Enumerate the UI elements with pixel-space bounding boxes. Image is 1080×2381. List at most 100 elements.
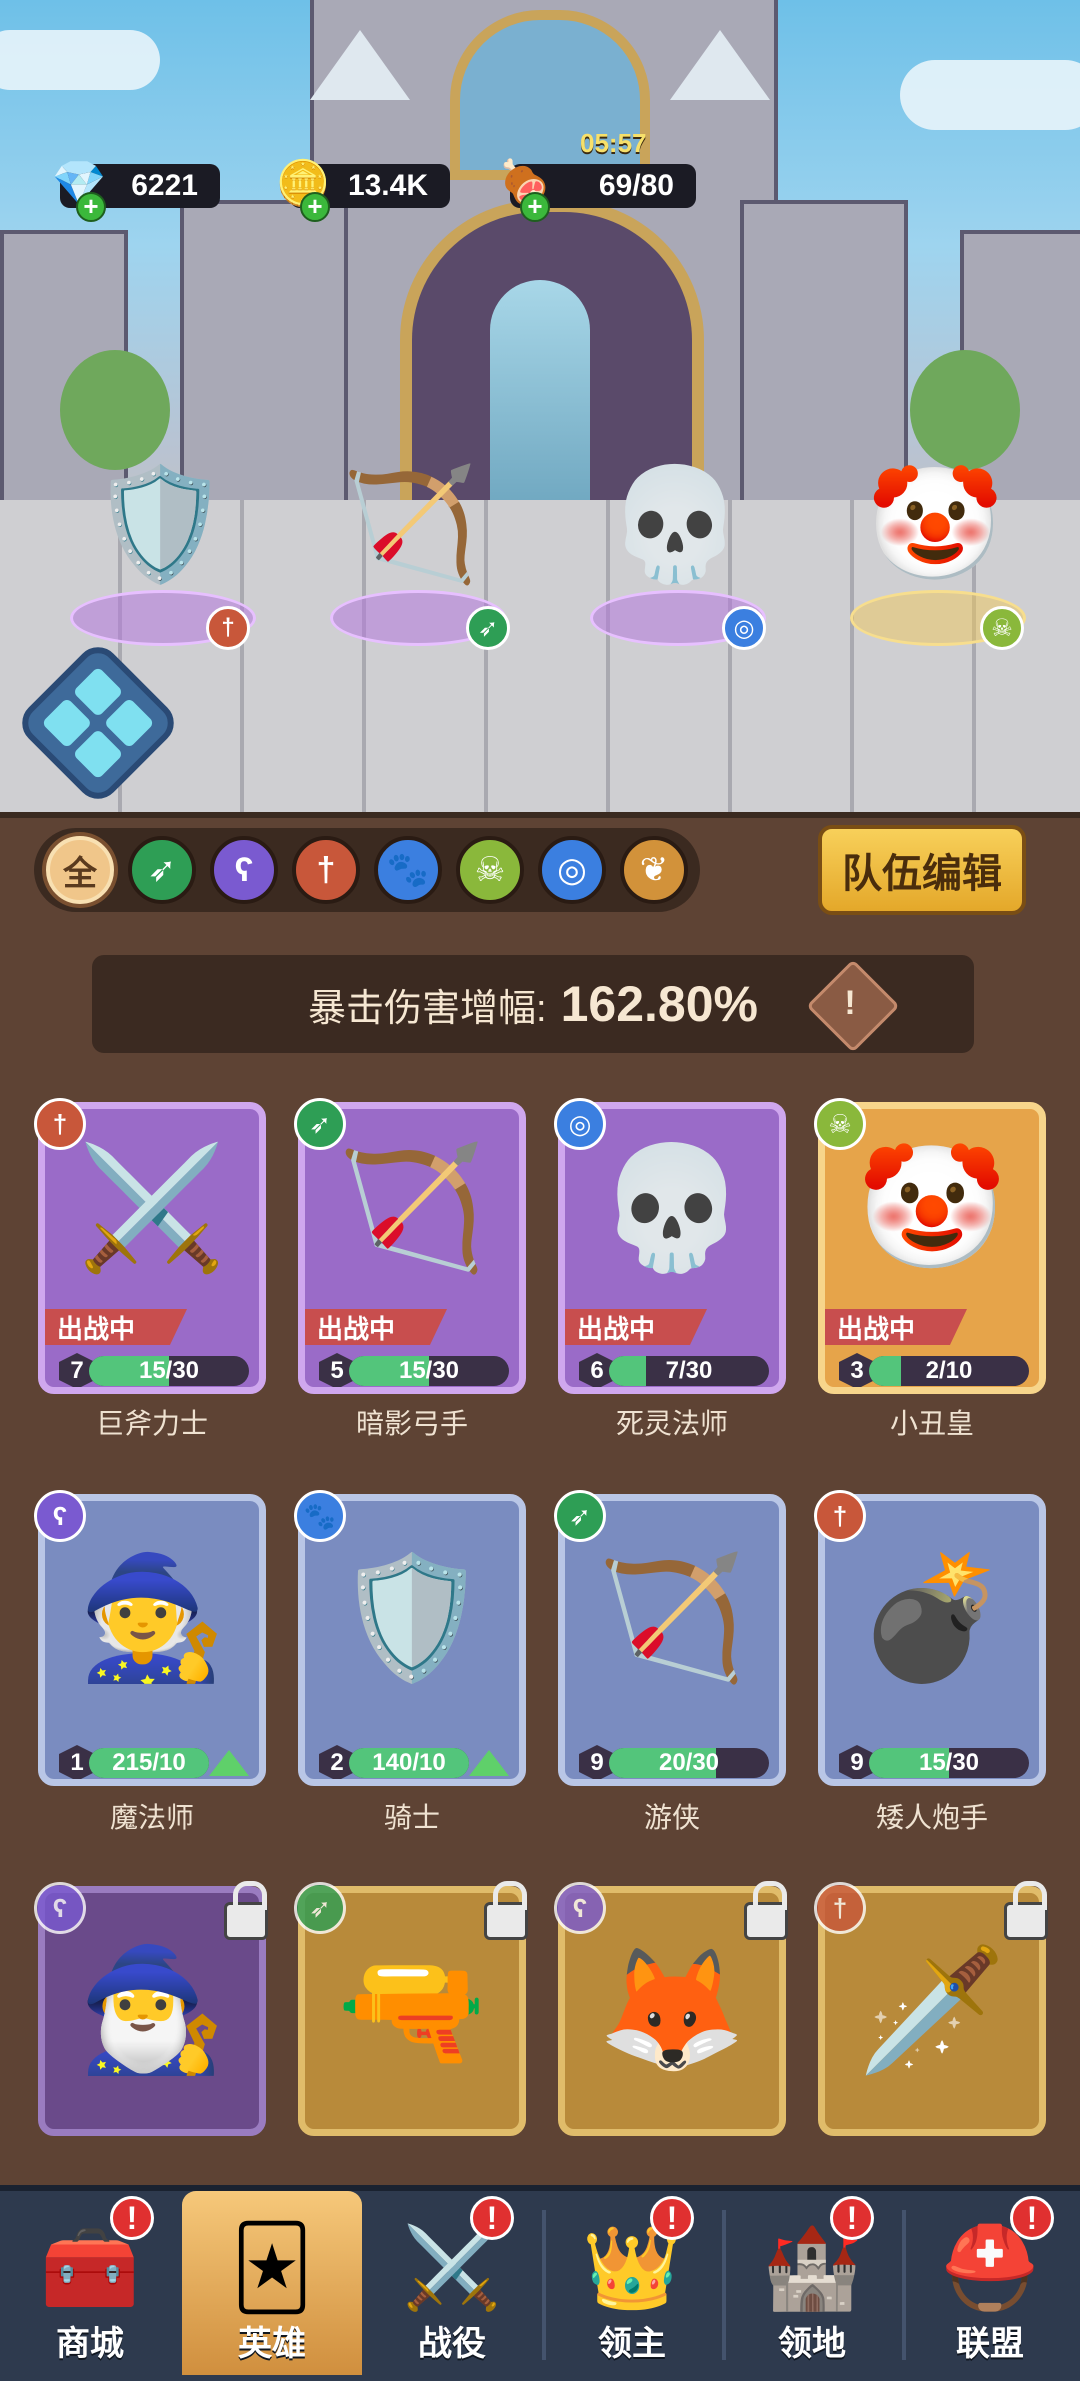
hero-portrait: 🛡️	[337, 1551, 487, 1685]
warrior-icon: †	[206, 606, 250, 650]
warrior-icon: †	[814, 1490, 866, 1542]
nav-label: 战役	[418, 2325, 486, 2363]
stamina-timer: 05:57	[580, 128, 647, 158]
filter-spiral-button[interactable]: ◎	[538, 836, 606, 904]
alert-icon: !	[1010, 2196, 1054, 2240]
nav-lord[interactable]: 👑 领主	[542, 2191, 722, 2375]
deployed-tag: 出战中	[825, 1309, 967, 1345]
lock-icon	[224, 1881, 268, 1940]
castle-roof	[310, 30, 410, 100]
spiral-icon: ◎	[554, 1098, 606, 1150]
mage-icon: ʕ	[34, 1490, 86, 1542]
skull-icon: ☠	[814, 1098, 866, 1150]
hero-name: 骑士	[383, 1802, 440, 1833]
nav-territory[interactable]: 🏰 领地	[722, 2191, 902, 2375]
team-edit-button[interactable]: 队伍编辑	[818, 825, 1026, 915]
hero-portrait: 🧙	[77, 1551, 227, 1685]
hero-name: 暗影弓手	[355, 1408, 468, 1439]
shard-progress: 7/30	[609, 1356, 769, 1386]
filter-warrior-button[interactable]: †	[292, 836, 360, 904]
nav-label: 领主	[598, 2325, 666, 2363]
filter-all-button[interactable]: 全	[46, 836, 114, 904]
gems-value: 6221	[131, 169, 198, 202]
shard-progress: 2/10	[869, 1356, 1029, 1386]
hero-portrait: 🏹	[597, 1551, 747, 1685]
info-icon[interactable]: !	[820, 973, 880, 1033]
alert-icon: !	[830, 2196, 874, 2240]
hero-name: 矮人炮手	[875, 1802, 988, 1833]
bush	[910, 350, 1020, 470]
hero-name: 死灵法师	[615, 1408, 728, 1439]
cloud	[900, 60, 1080, 130]
lock-icon	[1004, 1881, 1048, 1940]
castle-scene	[0, 0, 1080, 820]
skull-icon: ☠	[980, 606, 1024, 650]
castle-roof	[670, 30, 770, 100]
nav-campaign[interactable]: ⚔️ 战役	[362, 2191, 542, 2375]
hero-name: 游侠	[643, 1802, 700, 1833]
archer-icon: ➶	[466, 606, 510, 650]
shadow-archer-sprite[interactable]: 🏹	[310, 460, 510, 589]
nav-label: 领地	[778, 2325, 846, 2363]
filter-wing-button[interactable]: ❦	[620, 836, 688, 904]
lock-icon	[484, 1881, 528, 1940]
spiral-icon: ◎	[722, 606, 766, 650]
filter-archer-button[interactable]: ➶	[128, 836, 196, 904]
warrior-icon: †	[34, 1098, 86, 1150]
shard-progress: 215/10	[89, 1748, 209, 1778]
hero-name: 巨斧力士	[95, 1408, 208, 1439]
shard-progress: 20/30	[609, 1748, 769, 1778]
cards-icon: 🃏	[231, 2223, 313, 2312]
mage-icon: ʕ	[554, 1882, 606, 1934]
axe-warrior-sprite[interactable]: 🛡️	[70, 460, 250, 589]
clown-king-sprite[interactable]: 🤡	[850, 460, 1020, 589]
shard-count: 15/30	[918, 1749, 980, 1776]
necromancer-sprite[interactable]: 💀	[580, 460, 770, 589]
paw-icon: 🐾	[294, 1490, 346, 1542]
hero-name: 魔法师	[109, 1802, 194, 1833]
alert-icon: !	[110, 2196, 154, 2240]
shard-count: 15/30	[138, 1357, 200, 1384]
shard-count: 2/10	[925, 1357, 973, 1384]
alert-icon: !	[650, 2196, 694, 2240]
crit-label: 暴击伤害增幅:	[308, 987, 547, 1030]
warrior-icon: †	[814, 1882, 866, 1934]
deployed-tag: 出战中	[45, 1309, 187, 1345]
nav-heroes[interactable]: 🃏 英雄	[182, 2191, 362, 2375]
archer-icon: ➶	[294, 1882, 346, 1934]
add-gold-icon[interactable]: +	[300, 192, 330, 222]
add-gems-icon[interactable]: +	[76, 192, 106, 222]
stamina-value: 69/80	[598, 169, 674, 202]
shard-count: 20/30	[658, 1749, 720, 1776]
shard-count: 140/10	[372, 1749, 446, 1776]
shard-progress: 140/10	[349, 1748, 469, 1778]
hero-portrait: 💣	[857, 1551, 1007, 1685]
archer-icon: ➶	[554, 1490, 606, 1542]
upgrade-arrow-icon	[469, 1750, 509, 1776]
shard-progress: 15/30	[869, 1748, 1029, 1778]
bush	[60, 350, 170, 470]
shard-count: 15/30	[398, 1357, 460, 1384]
shard-count: 215/10	[112, 1749, 186, 1776]
filter-mage-button[interactable]: ʕ	[210, 836, 278, 904]
cloud	[0, 30, 160, 90]
add-stamina-icon[interactable]: +	[520, 192, 550, 222]
deployed-tag: 出战中	[305, 1309, 447, 1345]
nav-label: 英雄	[238, 2325, 306, 2363]
mage-icon: ʕ	[34, 1882, 86, 1934]
deployed-tag: 出战中	[565, 1309, 707, 1345]
lock-icon	[744, 1881, 788, 1940]
filter-skull-button[interactable]: ☠	[456, 836, 524, 904]
archer-icon: ➶	[294, 1098, 346, 1150]
shard-count: 7/30	[665, 1357, 713, 1384]
shard-progress: 15/30	[89, 1356, 249, 1386]
shard-progress: 15/30	[349, 1356, 509, 1386]
nav-label: 商城	[56, 2325, 124, 2363]
filter-beast-button[interactable]: 🐾	[374, 836, 442, 904]
alert-icon: !	[470, 2196, 514, 2240]
upgrade-arrow-icon	[209, 1750, 249, 1776]
gold-value: 13.4K	[347, 169, 428, 202]
nav-label: 联盟	[956, 2325, 1024, 2363]
crit-value: 162.80%	[560, 976, 758, 1032]
hero-name: 小丑皇	[889, 1408, 974, 1439]
